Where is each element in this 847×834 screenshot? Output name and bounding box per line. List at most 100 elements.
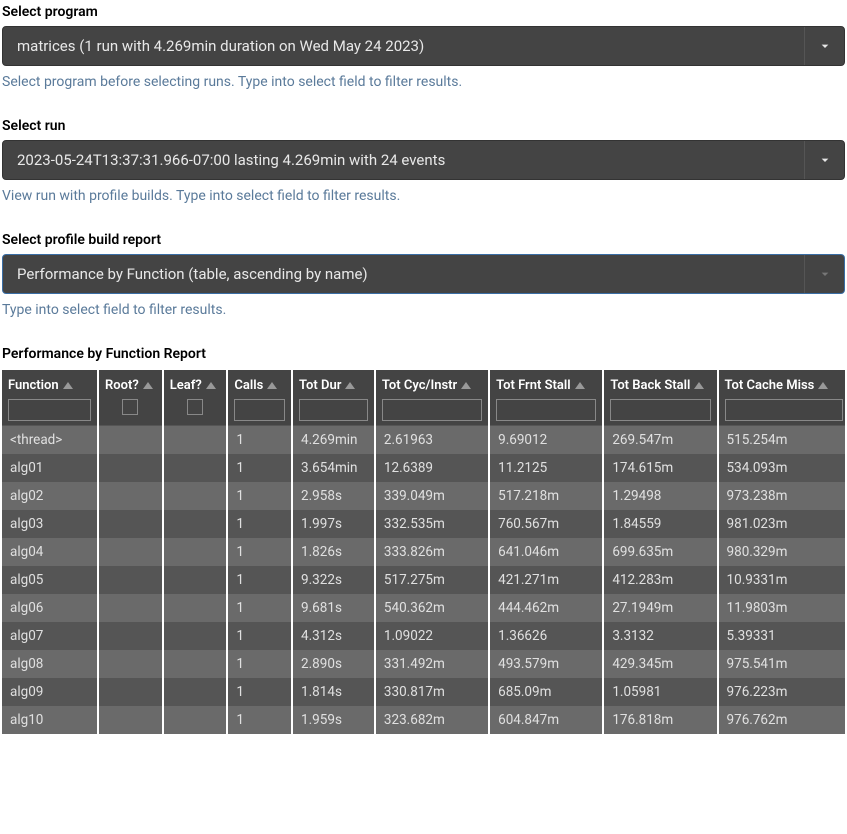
filter-input-function[interactable] xyxy=(8,399,91,421)
sort-asc-icon[interactable] xyxy=(345,382,355,389)
cell-totback: 1.84559 xyxy=(603,510,717,538)
cell-totdur: 1.826s xyxy=(292,538,375,566)
chevron-down-icon[interactable] xyxy=(804,255,844,293)
run-label: Select run xyxy=(2,118,845,134)
cell-totback: 1.29498 xyxy=(603,482,717,510)
table-row[interactable]: alg0311.997s332.535m760.567m1.84559981.0… xyxy=(2,510,845,538)
cell-totback: 27.1949m xyxy=(603,594,717,622)
cell-totfrnt: 1.36626 xyxy=(489,622,603,650)
column-label: Tot Frnt Stall xyxy=(496,378,571,393)
cell-totback: 269.547m xyxy=(603,426,717,455)
cell-totcyc: 331.492m xyxy=(375,650,489,678)
report-label: Select profile build report xyxy=(2,232,845,248)
table-row[interactable]: alg0619.681s540.362m444.462m27.1949m11.9… xyxy=(2,594,845,622)
sort-asc-icon[interactable] xyxy=(267,382,277,389)
cell-totcache: 5.39331 xyxy=(718,622,845,650)
program-select[interactable]: matrices (1 run with 4.269min duration o… xyxy=(2,26,845,66)
sort-asc-icon[interactable] xyxy=(818,382,828,389)
column-header-leaf[interactable]: Leaf? xyxy=(163,370,228,426)
sort-asc-icon[interactable] xyxy=(206,382,216,389)
table-row[interactable]: alg0212.958s339.049m517.218m1.29498973.2… xyxy=(2,482,845,510)
cell-totfrnt: 641.046m xyxy=(489,538,603,566)
table-row[interactable]: alg0519.322s517.275m421.271m412.283m10.9… xyxy=(2,566,845,594)
table-row[interactable]: <thread>14.269min2.619639.69012269.547m5… xyxy=(2,426,845,455)
sort-asc-icon[interactable] xyxy=(461,382,471,389)
cell-calls: 1 xyxy=(227,594,292,622)
cell-calls: 1 xyxy=(227,566,292,594)
column-header-totcache[interactable]: Tot Cache Miss xyxy=(718,370,845,426)
cell-totback: 174.615m xyxy=(603,454,717,482)
cell-function: alg02 xyxy=(2,482,98,510)
cell-totdur: 1.959s xyxy=(292,706,375,734)
cell-leaf xyxy=(163,594,228,622)
column-header-function[interactable]: Function xyxy=(2,370,98,426)
cell-calls: 1 xyxy=(227,538,292,566)
table-row[interactable]: alg0411.826s333.826m641.046m699.635m980.… xyxy=(2,538,845,566)
table-row[interactable]: alg0911.814s330.817m685.09m1.05981976.22… xyxy=(2,678,845,706)
program-select-value: matrices (1 run with 4.269min duration o… xyxy=(3,37,804,55)
filter-input-totcyc[interactable] xyxy=(382,399,482,421)
table-title: Performance by Function Report xyxy=(2,346,845,362)
column-header-totback[interactable]: Tot Back Stall xyxy=(603,370,717,426)
chevron-down-icon[interactable] xyxy=(804,27,844,65)
cell-leaf xyxy=(163,566,228,594)
cell-leaf xyxy=(163,678,228,706)
table-row[interactable]: alg0714.312s1.090221.366263.31325.39331 xyxy=(2,622,845,650)
table-row[interactable]: alg0113.654min12.638911.2125174.615m534.… xyxy=(2,454,845,482)
chevron-down-icon[interactable] xyxy=(804,141,844,179)
cell-function: alg05 xyxy=(2,566,98,594)
cell-function: alg07 xyxy=(2,622,98,650)
cell-totback: 699.635m xyxy=(603,538,717,566)
filter-input-totdur[interactable] xyxy=(299,399,368,421)
performance-table: FunctionRoot?Leaf?Calls Tot Dur Tot Cyc/In… xyxy=(2,370,845,734)
cell-totcyc: 339.049m xyxy=(375,482,489,510)
cell-totcache: 534.093m xyxy=(718,454,845,482)
report-select[interactable]: Performance by Function (table, ascendin… xyxy=(2,254,845,294)
cell-totfrnt: 604.847m xyxy=(489,706,603,734)
cell-totdur: 9.322s xyxy=(292,566,375,594)
program-label: Select program xyxy=(2,4,845,20)
cell-totdur: 2.958s xyxy=(292,482,375,510)
table-row[interactable]: alg1011.959s323.682m604.847m176.818m976.… xyxy=(2,706,845,734)
cell-totback: 1.05981 xyxy=(603,678,717,706)
filter-checkbox-leaf[interactable] xyxy=(187,399,203,415)
filter-input-totcache[interactable] xyxy=(725,399,843,421)
table-row[interactable]: alg0812.890s331.492m493.579m429.345m975.… xyxy=(2,650,845,678)
column-header-root[interactable]: Root? xyxy=(98,370,163,426)
cell-totfrnt: 760.567m xyxy=(489,510,603,538)
cell-totcyc: 333.826m xyxy=(375,538,489,566)
cell-function: alg03 xyxy=(2,510,98,538)
column-header-totdur[interactable]: Tot Dur xyxy=(292,370,375,426)
cell-function: alg04 xyxy=(2,538,98,566)
sort-asc-icon[interactable] xyxy=(143,382,153,389)
cell-root xyxy=(98,594,163,622)
filter-input-totfrnt[interactable] xyxy=(496,399,596,421)
sort-asc-icon[interactable] xyxy=(63,382,73,389)
run-hint: View run with profile builds. Type into … xyxy=(2,188,845,204)
cell-totcyc: 1.09022 xyxy=(375,622,489,650)
cell-totdur: 4.312s xyxy=(292,622,375,650)
cell-totfrnt: 11.2125 xyxy=(489,454,603,482)
cell-totcyc: 332.535m xyxy=(375,510,489,538)
cell-leaf xyxy=(163,482,228,510)
program-hint: Select program before selecting runs. Ty… xyxy=(2,74,845,90)
sort-asc-icon[interactable] xyxy=(575,382,585,389)
column-label: Tot Dur xyxy=(299,378,341,393)
cell-calls: 1 xyxy=(227,454,292,482)
cell-totcache: 973.238m xyxy=(718,482,845,510)
column-header-totfrnt[interactable]: Tot Frnt Stall xyxy=(489,370,603,426)
column-label: Tot Cyc/Instr xyxy=(382,378,457,393)
filter-input-totback[interactable] xyxy=(610,399,710,421)
cell-calls: 1 xyxy=(227,510,292,538)
filter-input-calls[interactable] xyxy=(234,399,285,421)
column-header-calls[interactable]: Calls xyxy=(227,370,292,426)
cell-totcache: 10.9331m xyxy=(718,566,845,594)
run-select[interactable]: 2023-05-24T13:37:31.966-07:00 lasting 4.… xyxy=(2,140,845,180)
column-header-totcyc[interactable]: Tot Cyc/Instr xyxy=(375,370,489,426)
cell-root xyxy=(98,650,163,678)
cell-totback: 176.818m xyxy=(603,706,717,734)
sort-asc-icon[interactable] xyxy=(694,382,704,389)
cell-leaf xyxy=(163,454,228,482)
filter-checkbox-root[interactable] xyxy=(122,399,138,415)
cell-totcache: 11.9803m xyxy=(718,594,845,622)
